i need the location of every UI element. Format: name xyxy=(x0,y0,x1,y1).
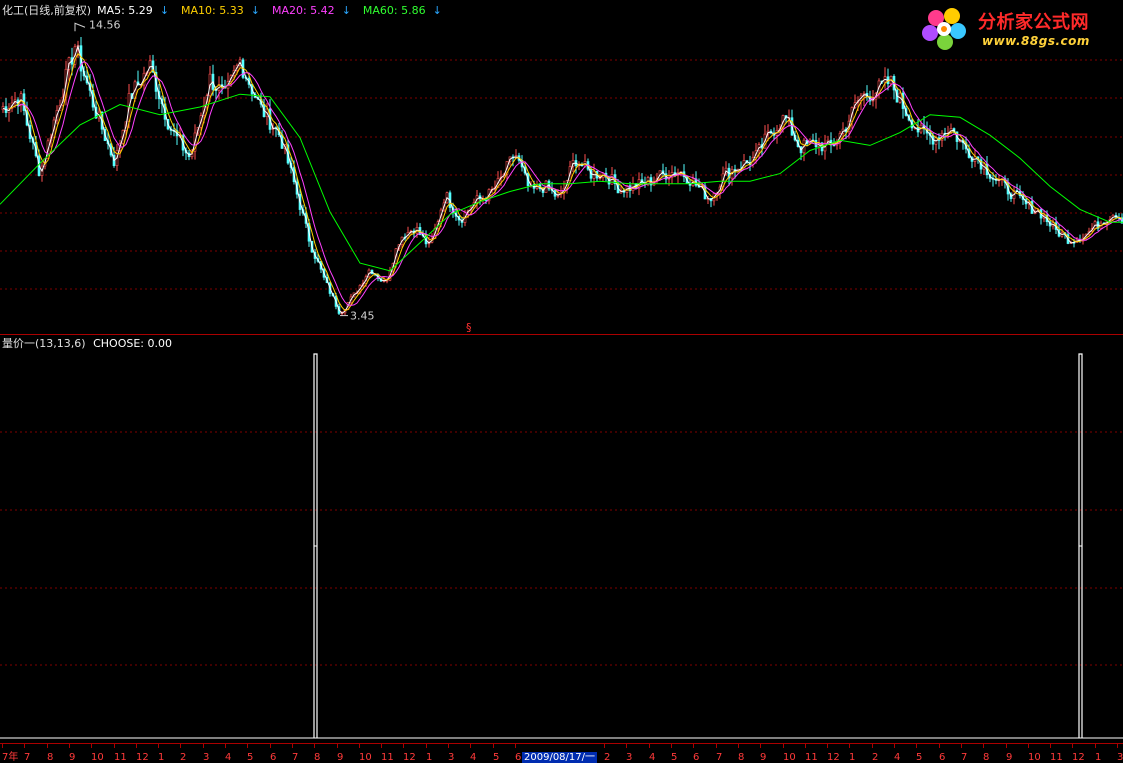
high-marker xyxy=(74,22,86,32)
axis-tick-mark xyxy=(872,744,873,748)
flower-logo-icon xyxy=(922,8,966,50)
axis-tick-mark xyxy=(493,744,494,748)
axis-tick-mark xyxy=(136,744,137,748)
axis-tick-mark xyxy=(626,744,627,748)
axis-tick-mark xyxy=(69,744,70,748)
axis-tick-mark xyxy=(693,744,694,748)
axis-tick-mark xyxy=(448,744,449,748)
axis-tick-mark xyxy=(983,744,984,748)
axis-tick-mark xyxy=(158,744,159,748)
axis-tick-mark xyxy=(1006,744,1007,748)
indicator-panel xyxy=(0,353,1123,739)
candles xyxy=(1,36,1123,316)
axis-tick-mark xyxy=(738,744,739,748)
price-header: 化工(日线,前复权) MA5: 5.29 ↓ MA10: 5.33 ↓ MA20: 5.4… xyxy=(2,3,454,19)
ma10-line xyxy=(8,52,1123,312)
arrow-down-icon: ↓ xyxy=(250,4,260,17)
arrow-down-icon: ↓ xyxy=(159,4,170,17)
axis-tick-mark xyxy=(515,744,516,748)
axis-tick-mark xyxy=(783,744,784,748)
axis-tick-mark xyxy=(24,744,25,748)
indicator-header: 量价一(13,13,6) CHOOSE: 0.00 xyxy=(2,337,172,351)
chart-screen: 14.56 3.45 化工(日线,前复权) MA5: 5.29 ↓ MA10: 5.33… xyxy=(0,0,1123,763)
axis-tick-mark xyxy=(314,744,315,748)
axis-tick-mark xyxy=(649,744,650,748)
logo-url: www.88gs.com xyxy=(982,34,1090,48)
axis-tick-mark xyxy=(91,744,92,748)
site-logo: 分析家公式网 www.88gs.com xyxy=(918,4,1118,58)
axis-tick-mark xyxy=(426,744,427,748)
indicator-title: 量价一(13,13,6) xyxy=(2,337,86,350)
axis-tick-mark xyxy=(225,744,226,748)
indicator-value: CHOOSE: 0.00 xyxy=(93,337,172,350)
axis-tick-mark xyxy=(1028,744,1029,748)
axis-tick-mark xyxy=(760,744,761,748)
axis-tick-mark xyxy=(2,744,3,748)
axis-tick-mark xyxy=(247,744,248,748)
axis-tick-mark xyxy=(47,744,48,748)
axis-tick-mark xyxy=(716,744,717,748)
axis-tick-mark xyxy=(894,744,895,748)
axis-date-box: 2009/08/17/一 xyxy=(522,752,598,763)
low-label: 3.45 xyxy=(350,310,375,323)
panel-divider xyxy=(0,334,1123,335)
axis-tick-mark xyxy=(1072,744,1073,748)
axis-tick-mark xyxy=(939,744,940,748)
axis-tick-mark xyxy=(827,744,828,748)
axis-tick-mark xyxy=(381,744,382,748)
axis-tick-mark xyxy=(114,744,115,748)
axis-tick-mark xyxy=(470,744,471,748)
axis-tick-mark xyxy=(270,744,271,748)
axis-tick-mark xyxy=(359,744,360,748)
ma20-label: MA20: 5.42 ↓ xyxy=(271,4,351,17)
axis-tick-mark xyxy=(1095,744,1096,748)
arrow-down-icon: ↓ xyxy=(341,4,351,17)
axis-tick-mark xyxy=(1050,744,1051,748)
axis-tick-mark xyxy=(849,744,850,748)
arrow-down-icon: ↓ xyxy=(432,4,442,17)
axis-tick-mark xyxy=(180,744,181,748)
axis-tick-mark xyxy=(1117,744,1118,748)
ma10-label: MA10: 5.33 ↓ xyxy=(181,4,260,17)
time-axis: 2009/08/17/一 7年 7 8 9 10 11 12 1 2 3 4 5 6 7 8 9 10 11 12 1… xyxy=(0,743,1123,763)
axis-tick-mark xyxy=(961,744,962,748)
ma60-label: MA60: 5.86 ↓ xyxy=(362,4,442,17)
section-mark: § xyxy=(466,321,472,334)
high-label: 14.56 xyxy=(89,18,121,31)
axis-tick-mark xyxy=(337,744,338,748)
axis-tick-mark xyxy=(403,744,404,748)
axis-tick-mark xyxy=(671,744,672,748)
ma5-label: MA5: 5.29 ↓ xyxy=(97,4,170,17)
logo-name: 分析家公式网 xyxy=(978,12,1089,33)
axis-tick-mark xyxy=(916,744,917,748)
chart-title: 化工(日线,前复权) xyxy=(2,4,92,17)
axis-tick-mark xyxy=(292,744,293,748)
axis-tick-mark xyxy=(805,744,806,748)
axis-tick-mark xyxy=(604,744,605,748)
axis-tick-mark xyxy=(203,744,204,748)
ma5-line xyxy=(2,44,1123,314)
